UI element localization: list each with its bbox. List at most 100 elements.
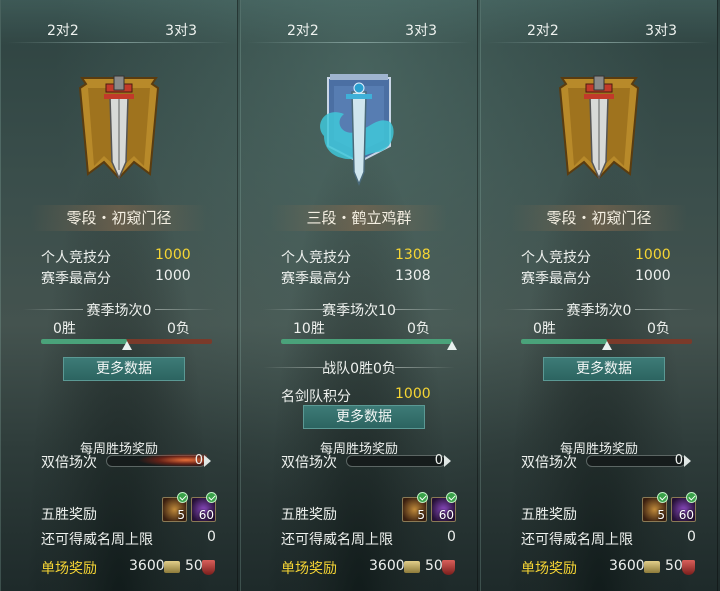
arena-panel-1: 2对2 3对3 零段・初窥门径 个人竞技分 1000 赛季最高分 1000 赛季…	[0, 0, 238, 591]
arena-panel-3: 2对2 3对3 零段・初窥门径 个人竞技分 1000 赛季最高分 1000 赛季…	[480, 0, 718, 591]
tab-divider	[487, 42, 711, 43]
double-matches-progress: 0	[586, 453, 691, 468]
personal-score-value: 1308	[395, 247, 431, 263]
rank-emblem-bronze-icon	[534, 66, 664, 194]
mode-tabs: 2对2 3对3	[1, 0, 237, 46]
coin-icon	[404, 561, 420, 573]
win-fill	[41, 339, 127, 344]
tab-divider	[247, 42, 471, 43]
personal-score-value: 1000	[155, 247, 191, 263]
reward-item-count: 5	[417, 508, 425, 522]
claimed-check-icon	[206, 492, 217, 503]
wins-count: 0胜	[53, 321, 76, 337]
claimed-check-icon	[657, 492, 668, 503]
remaining-cap-label: 还可得威名周上限	[521, 532, 633, 548]
shield-value: 50	[425, 558, 443, 574]
team-score-label: 名剑队积分	[281, 389, 351, 405]
double-matches-progress: 0	[346, 453, 451, 468]
tab-2v2[interactable]: 2对2	[287, 20, 319, 40]
claimed-check-icon	[686, 492, 697, 503]
prestige-shield-icon	[682, 560, 695, 575]
win-fill	[281, 339, 452, 344]
double-matches-value: 0	[434, 453, 443, 468]
rank-emblem-crane-icon	[294, 66, 424, 194]
claimed-check-icon	[417, 492, 428, 503]
rank-emblem-bronze-icon	[54, 66, 184, 194]
progress-cap-icon	[444, 455, 451, 467]
coin-value: 3600	[609, 558, 645, 574]
season-matches-title: 赛季场次0	[481, 300, 717, 320]
personal-score-label: 个人竞技分	[521, 250, 591, 266]
rank-title: 零段・初窥门径	[31, 205, 207, 231]
five-win-reward-label: 五胜奖励	[281, 507, 337, 523]
win-loss-bar	[521, 339, 692, 350]
season-high-label: 赛季最高分	[281, 271, 351, 287]
shield-value: 50	[185, 558, 203, 574]
tab-3v3[interactable]: 3对3	[165, 20, 197, 40]
double-matches-value: 0	[674, 453, 683, 468]
progress-cap-icon	[204, 455, 211, 467]
reward-item-count: 5	[657, 508, 665, 522]
season-matches-title: 赛季场次10	[241, 300, 477, 320]
season-high-label: 赛季最高分	[41, 271, 111, 287]
arena-panel-2: 2对2 3对3 三段・鹤立鸡群 个人竞技分 1308 赛季最高分 1308 赛季…	[240, 0, 478, 591]
tab-3v3[interactable]: 3对3	[405, 20, 437, 40]
reward-item-count: 60	[678, 508, 694, 522]
claimed-check-icon	[446, 492, 457, 503]
rank-title: 零段・初窥门径	[511, 205, 687, 231]
double-matches-value: 0	[194, 453, 203, 468]
prestige-shield-icon	[442, 560, 455, 575]
personal-score-label: 个人竞技分	[41, 250, 111, 266]
coin-value: 3600	[129, 558, 165, 574]
claimed-check-icon	[177, 492, 188, 503]
season-high-value: 1000	[635, 268, 671, 284]
win-loss-marker	[121, 341, 132, 350]
remaining-cap-value: 0	[207, 529, 216, 545]
tab-2v2[interactable]: 2对2	[527, 20, 559, 40]
mode-tabs: 2对2 3对3	[241, 0, 477, 46]
reward-item-count: 60	[438, 508, 454, 522]
tab-3v3[interactable]: 3对3	[645, 20, 677, 40]
progress-cap-icon	[684, 455, 691, 467]
double-matches-label: 双倍场次	[281, 455, 337, 471]
win-loss-bar	[41, 339, 212, 350]
mode-tabs: 2对2 3对3	[481, 0, 717, 46]
more-data-button[interactable]: 更多数据	[303, 405, 425, 429]
remaining-cap-value: 0	[447, 529, 456, 545]
season-high-value: 1308	[395, 268, 431, 284]
coin-value: 3600	[369, 558, 405, 574]
single-reward-label: 单场奖励	[281, 561, 337, 577]
remaining-cap-label: 还可得威名周上限	[281, 532, 393, 548]
team-score-value: 1000	[395, 386, 431, 402]
double-matches-progress: 0	[106, 453, 211, 468]
reward-item-count: 60	[198, 508, 214, 522]
personal-score-value: 1000	[635, 247, 671, 263]
remaining-cap-value: 0	[687, 529, 696, 545]
more-data-button[interactable]: 更多数据	[543, 357, 665, 381]
reward-item-count: 5	[177, 508, 185, 522]
five-win-reward-label: 五胜奖励	[521, 507, 577, 523]
losses-count: 0负	[647, 321, 670, 337]
team-record-title: 战队0胜0负	[241, 358, 477, 378]
shield-value: 50	[665, 558, 683, 574]
arena-screen: 2对2 3对3 零段・初窥门径 个人竞技分 1000 赛季最高分 1000 赛季…	[0, 0, 720, 591]
losses-count: 0负	[407, 321, 430, 337]
wins-count: 0胜	[533, 321, 556, 337]
tab-divider	[7, 42, 231, 43]
single-reward-label: 单场奖励	[41, 561, 97, 577]
win-fill	[521, 339, 607, 344]
season-high-label: 赛季最高分	[521, 271, 591, 287]
double-matches-label: 双倍场次	[41, 455, 97, 471]
win-loss-marker	[447, 341, 457, 350]
five-win-reward-label: 五胜奖励	[41, 507, 97, 523]
season-high-value: 1000	[155, 268, 191, 284]
personal-score-label: 个人竞技分	[281, 250, 351, 266]
single-reward-label: 单场奖励	[521, 561, 577, 577]
double-matches-label: 双倍场次	[521, 455, 577, 471]
more-data-button[interactable]: 更多数据	[63, 357, 185, 381]
rank-title: 三段・鹤立鸡群	[271, 205, 447, 231]
prestige-shield-icon	[202, 560, 215, 575]
losses-count: 0负	[167, 321, 190, 337]
tab-2v2[interactable]: 2对2	[47, 20, 79, 40]
win-loss-marker	[601, 341, 612, 350]
